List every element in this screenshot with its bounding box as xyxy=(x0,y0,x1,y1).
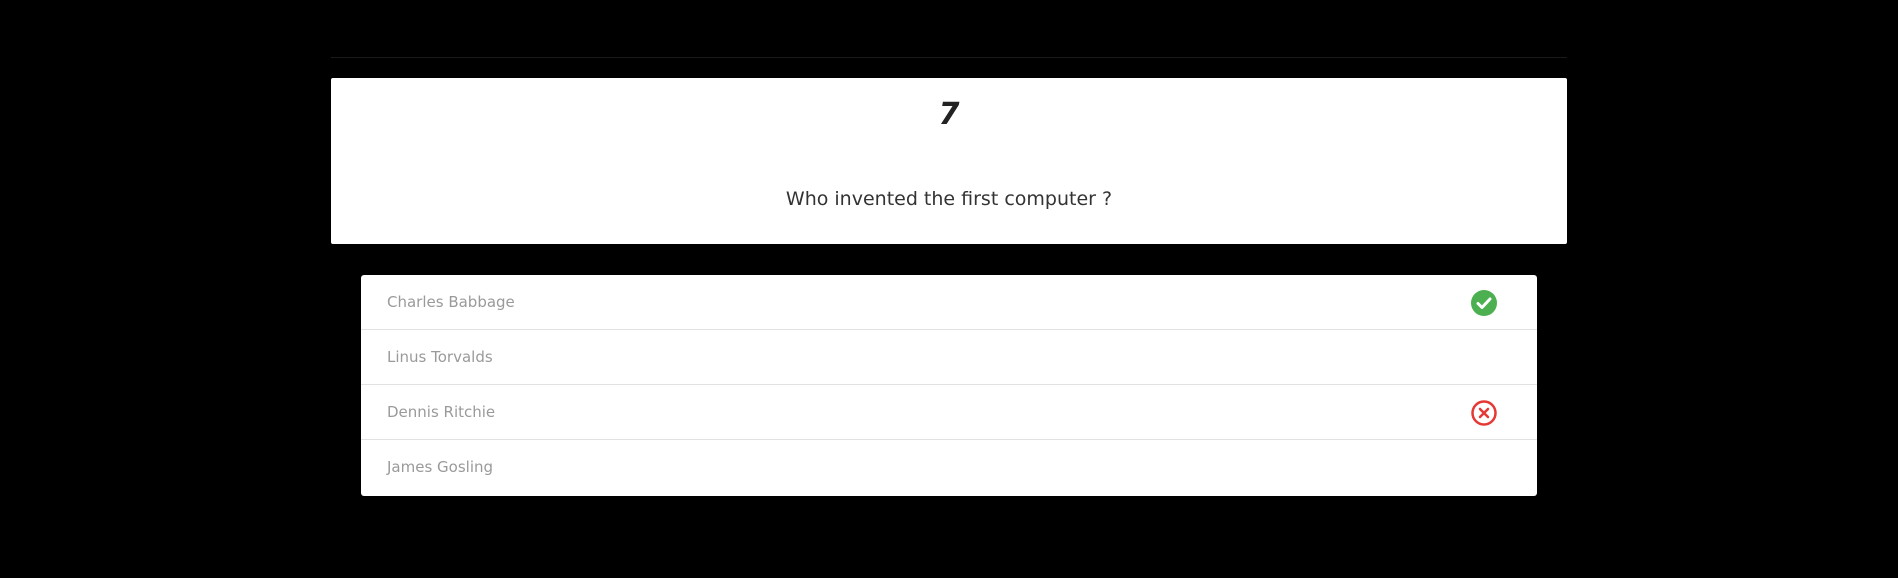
question-text: Who invented the first computer ? xyxy=(785,188,1113,210)
answer-option-linus-torvalds[interactable]: Linus Torvalds xyxy=(361,330,1537,385)
x-circle-icon xyxy=(1471,400,1497,426)
answer-label: James Gosling xyxy=(387,458,494,476)
answer-option-james-gosling[interactable]: James Gosling xyxy=(361,440,1537,495)
top-divider xyxy=(331,57,1567,58)
answer-option-charles-babbage[interactable]: Charles Babbage xyxy=(361,275,1537,330)
answer-label: Charles Babbage xyxy=(387,293,515,311)
quiz-page: 7 Who invented the first computer ? Char… xyxy=(0,0,1898,578)
answer-label: Dennis Ritchie xyxy=(387,403,496,421)
question-card: 7 Who invented the first computer ? xyxy=(331,78,1567,244)
answer-list: Charles Babbage Linus Torvalds Dennis Ri… xyxy=(361,275,1537,496)
answer-label: Linus Torvalds xyxy=(387,348,493,366)
check-circle-icon xyxy=(1471,290,1497,316)
answer-option-dennis-ritchie[interactable]: Dennis Ritchie xyxy=(361,385,1537,440)
question-number: 7 xyxy=(938,97,960,132)
